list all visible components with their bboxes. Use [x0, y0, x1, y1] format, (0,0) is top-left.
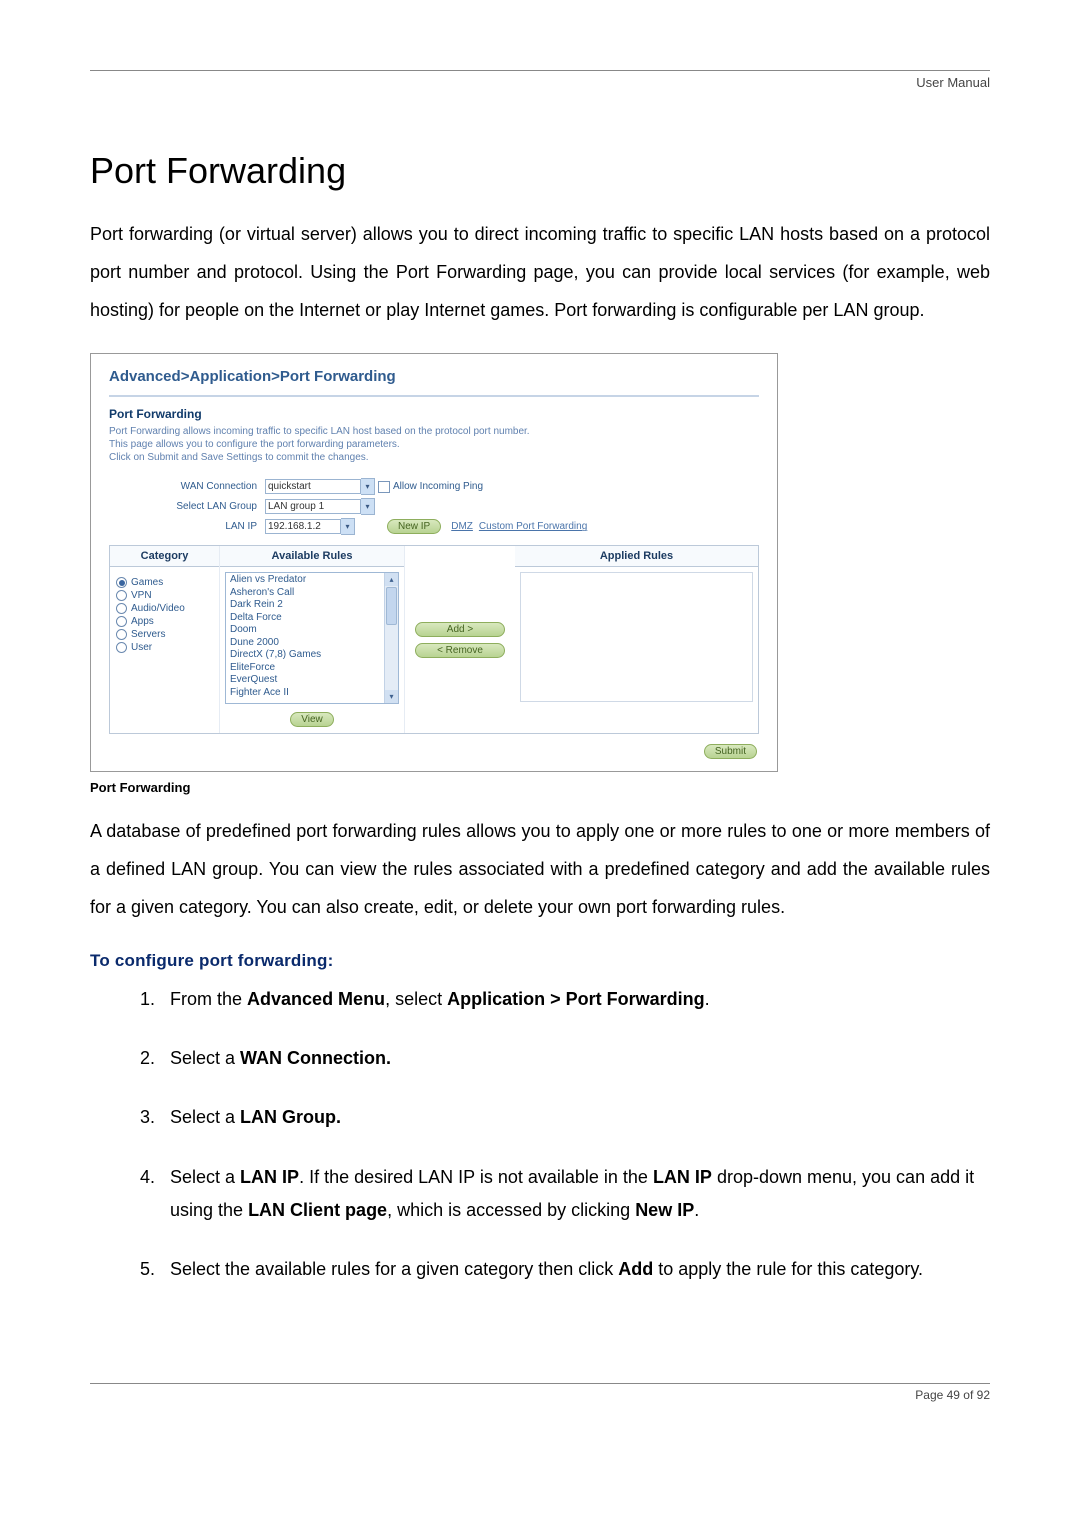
category-radio-audiovideo[interactable]: Audio/Video — [116, 603, 213, 614]
category-radio-servers[interactable]: Servers — [116, 629, 213, 640]
header-right: User Manual — [90, 75, 990, 90]
wan-connection-select[interactable]: quickstart — [265, 479, 361, 494]
category-radio-games[interactable]: Games — [116, 577, 213, 588]
available-rules-listbox[interactable]: Alien vs Predator Asheron's Call Dark Re… — [225, 572, 399, 704]
section-title: Port Forwarding — [109, 407, 759, 421]
view-button[interactable]: View — [290, 712, 334, 727]
subheading: To configure port forwarding: — [90, 951, 990, 971]
submit-button[interactable]: Submit — [704, 744, 757, 759]
breadcrumb: Advanced>Application>Port Forwarding — [109, 368, 759, 385]
lan-ip-select[interactable]: 192.168.1.2 — [265, 519, 341, 534]
section-description: Port Forwarding allows incoming traffic … — [109, 425, 759, 464]
allow-ping-checkbox[interactable] — [378, 481, 390, 493]
intro-paragraph: Port forwarding (or virtual server) allo… — [90, 216, 990, 329]
category-header: Category — [110, 546, 219, 567]
chevron-up-icon[interactable]: ▴ — [385, 573, 398, 586]
available-rules-header: Available Rules — [220, 546, 404, 567]
category-radio-user[interactable]: User — [116, 642, 213, 653]
chevron-down-icon[interactable]: ▾ — [385, 690, 398, 703]
applied-rules-header: Applied Rules — [515, 546, 758, 567]
category-radio-vpn[interactable]: VPN — [116, 590, 213, 601]
allow-ping-label: Allow Incoming Ping — [393, 481, 483, 492]
new-ip-button[interactable]: New IP — [387, 519, 441, 534]
add-button[interactable]: Add > — [415, 622, 505, 637]
dmz-link[interactable]: DMZ — [451, 521, 473, 532]
page-title: Port Forwarding — [90, 150, 990, 192]
custom-port-forwarding-link[interactable]: Custom Port Forwarding — [479, 521, 587, 532]
lan-group-label: Select LAN Group — [109, 501, 265, 512]
chevron-down-icon[interactable]: ▾ — [341, 518, 355, 535]
remove-button[interactable]: < Remove — [415, 643, 505, 658]
chevron-down-icon[interactable]: ▾ — [361, 478, 375, 495]
figure-caption: Port Forwarding — [90, 780, 990, 795]
category-radio-apps[interactable]: Apps — [116, 616, 213, 627]
page-number: Page 49 of 92 — [90, 1388, 990, 1402]
lan-ip-label: LAN IP — [109, 521, 265, 532]
applied-rules-listbox[interactable] — [520, 572, 753, 702]
app-screenshot: Advanced>Application>Port Forwarding Por… — [90, 353, 778, 772]
step-4: Select a LAN IP. If the desired LAN IP i… — [160, 1161, 990, 1228]
step-1: From the Advanced Menu, select Applicati… — [160, 983, 990, 1016]
step-5: Select the available rules for a given c… — [160, 1253, 990, 1286]
step-3: Select a LAN Group. — [160, 1101, 990, 1134]
wan-connection-label: WAN Connection — [109, 481, 265, 492]
chevron-down-icon[interactable]: ▾ — [361, 498, 375, 515]
scrollbar[interactable]: ▴ ▾ — [384, 573, 398, 703]
lan-group-select[interactable]: LAN group 1 — [265, 499, 361, 514]
paragraph-2: A database of predefined port forwarding… — [90, 813, 990, 926]
step-2: Select a WAN Connection. — [160, 1042, 990, 1075]
